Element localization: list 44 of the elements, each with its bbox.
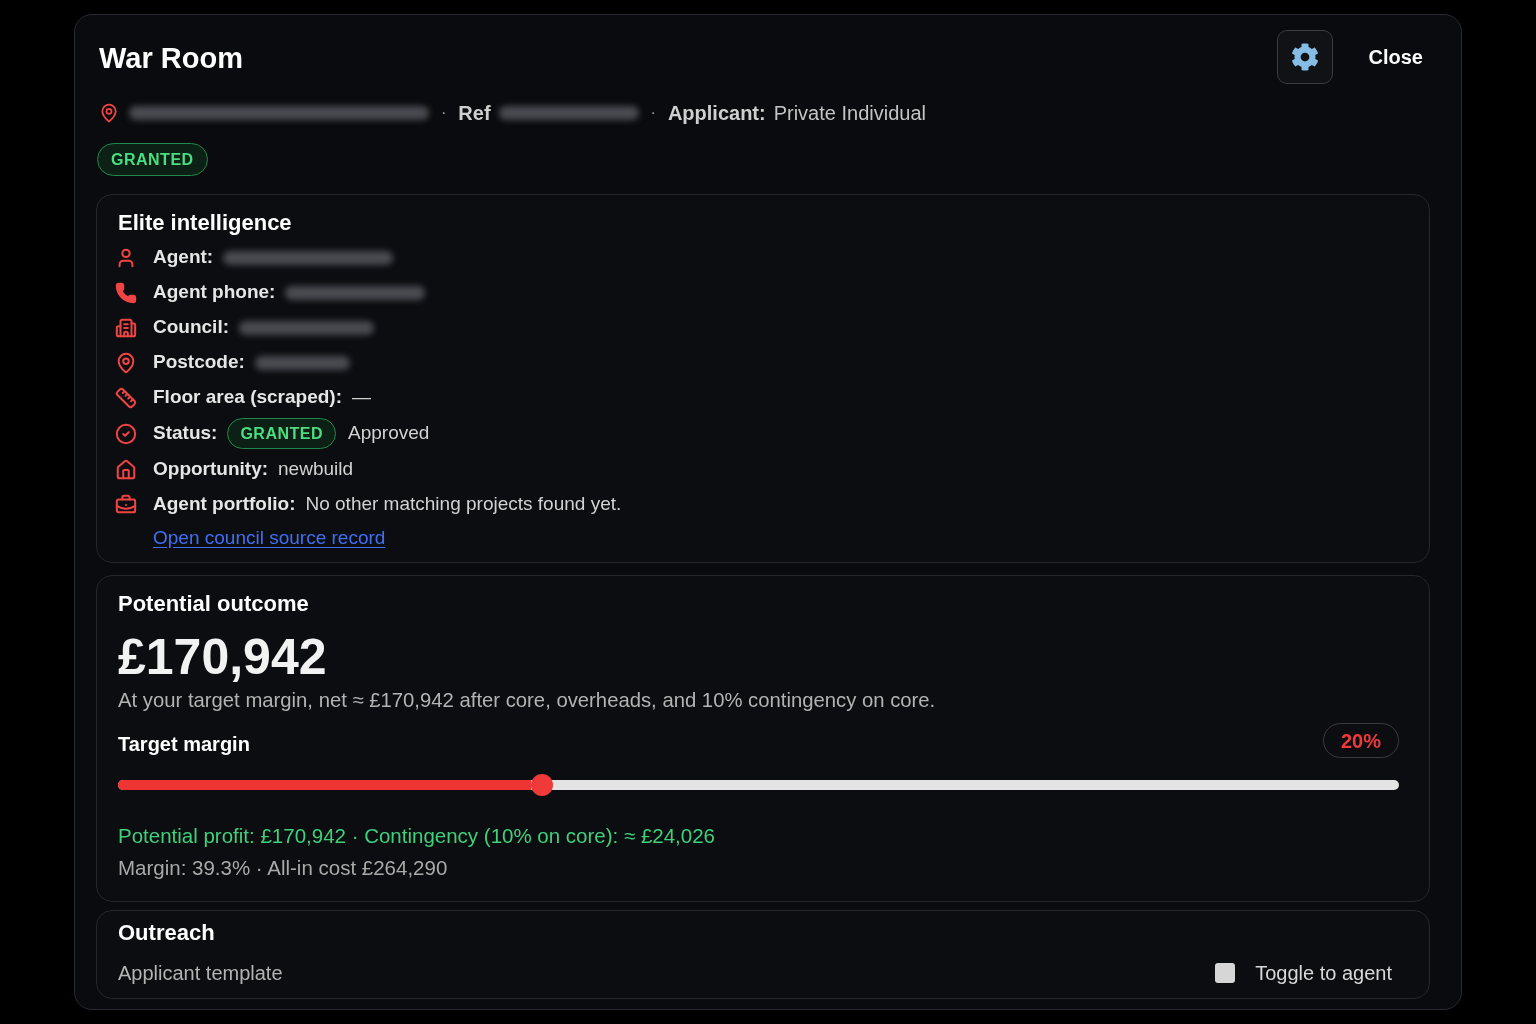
target-margin-label: Target margin <box>118 731 250 757</box>
settings-button[interactable] <box>1276 30 1333 84</box>
building-icon <box>115 316 137 339</box>
house-icon <box>115 458 137 481</box>
check-circle-icon <box>115 422 137 445</box>
template-label: Applicant template <box>118 961 283 986</box>
meta-label: Ref <box>458 101 491 126</box>
field-label: Agent phone: <box>153 280 276 305</box>
field-label: Opportunity: <box>153 457 269 482</box>
separator-dot: · <box>650 103 656 123</box>
outcome-summary: At your target margin, net ≈ £170,942 after core, overheads, and 10% contingency on core. <box>118 688 937 713</box>
checkbox[interactable] <box>1215 963 1236 983</box>
status-badge: GRANTED <box>227 418 336 449</box>
source-record-link[interactable]: Open council source record <box>153 524 386 553</box>
checkbox-label: Toggle to agent <box>1255 961 1392 986</box>
field-label: Postcode: <box>153 350 245 375</box>
field-label: Agent portfolio: <box>153 492 296 517</box>
map-pin-icon <box>115 351 137 374</box>
window-title: War Room <box>99 41 243 77</box>
field-value: newbuild <box>278 457 354 482</box>
field-value: No other matching projects found yet. <box>305 492 622 517</box>
briefcase-icon <box>115 493 137 516</box>
field-label: Agent: <box>153 245 214 270</box>
slider-thumb[interactable] <box>531 774 553 796</box>
field-label: Status: <box>153 421 218 446</box>
card-title: Potential outcome <box>118 590 310 618</box>
cost-line: Margin: 39.3% · All-in cost £264,290 <box>118 855 449 881</box>
meta-value: Private Individual <box>773 101 926 126</box>
ruler-icon <box>115 386 137 409</box>
card-title: Elite intelligence <box>118 209 293 237</box>
field-label: Floor area (scraped): <box>153 385 342 410</box>
field-label: Council: <box>153 315 229 340</box>
status-badge: GRANTED <box>97 143 208 176</box>
meta-label: Applicant: <box>667 101 766 126</box>
map-pin-icon <box>99 102 119 124</box>
field-value: — <box>352 385 371 410</box>
outcome-amount: £170,942 <box>118 629 328 685</box>
phone-icon <box>115 281 137 304</box>
card-title: Outreach <box>118 919 216 947</box>
settings-icon <box>1290 43 1319 71</box>
field-value: Approved <box>348 421 430 446</box>
profit-line: Potential profit: £170,942 · Contingency (10% on core): ≈ £24,026 <box>118 823 716 849</box>
separator-dot: · <box>441 103 447 123</box>
close-button[interactable]: Close <box>1356 34 1435 80</box>
